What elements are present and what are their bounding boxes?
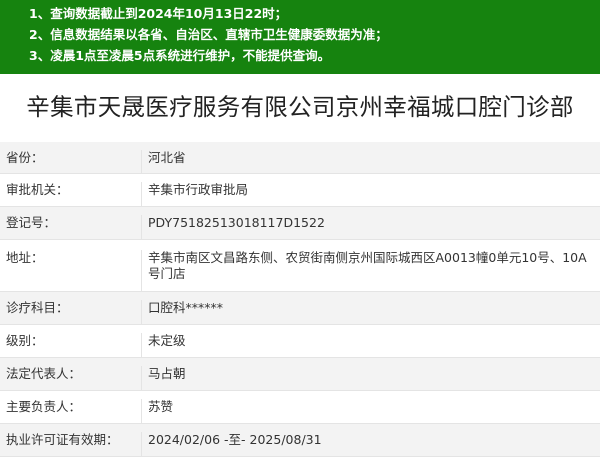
registration-number-value: PDY75182513018117D1522 [148,215,325,230]
info-table: 省份： 河北省 审批机关： 辛集市行政审批局 登记号： PDY751825130… [0,142,600,457]
legal-representative-value: 马占朝 [148,366,186,381]
notice-line-3: 3、凌晨1点至凌晨5点系统进行维护，不能提供查询。 [29,48,331,63]
row-departments: 诊疗科目： 口腔科****** [0,292,600,325]
address-value: 辛集市南区文昌路东侧、农贸街南侧京州国际城西区A0013幢0单元10号、10A号… [148,250,587,281]
principal-value: 苏赞 [148,399,174,414]
province-label: 省份： [0,150,142,173]
level-label: 级别： [0,333,142,357]
row-approval-authority: 审批机关： 辛集市行政审批局 [0,174,600,207]
row-registration-number: 登记号： PDY75182513018117D1522 [0,207,600,240]
notice-line-1: 1、查询数据截止到2024年10月13日22时； [29,6,288,21]
approval-authority-label: 审批机关： [0,182,142,206]
registration-number-label: 登记号： [0,215,142,239]
address-label: 地址： [0,250,142,291]
row-license-validity: 执业许可证有效期： 2024/02/06 -至- 2025/08/31 [0,424,600,457]
row-address: 地址： 辛集市南区文昌路东侧、农贸街南侧京州国际城西区A0013幢0单元10号、… [0,240,600,292]
level-value: 未定级 [148,333,186,348]
legal-representative-label: 法定代表人： [0,366,142,390]
notice-line-2: 2、信息数据结果以各省、自治区、直辖市卫生健康委数据为准； [29,27,388,42]
province-value: 河北省 [148,150,186,165]
row-principal: 主要负责人： 苏赞 [0,391,600,424]
principal-label: 主要负责人： [0,399,142,423]
approval-authority-value: 辛集市行政审批局 [148,182,249,197]
row-legal-representative: 法定代表人： 马占朝 [0,358,600,391]
row-province: 省份： 河北省 [0,142,600,174]
license-validity-label: 执业许可证有效期： [0,432,142,456]
departments-value: 口腔科****** [148,300,224,315]
license-validity-value: 2024/02/06 -至- 2025/08/31 [148,432,322,447]
departments-label: 诊疗科目： [0,300,142,324]
page-title: 辛集市天晟医疗服务有限公司京州幸福城口腔门诊部 [26,93,574,121]
row-level: 级别： 未定级 [0,325,600,358]
notice-banner: 1、查询数据截止到2024年10月13日22时； 2、信息数据结果以各省、自治区… [0,0,600,74]
